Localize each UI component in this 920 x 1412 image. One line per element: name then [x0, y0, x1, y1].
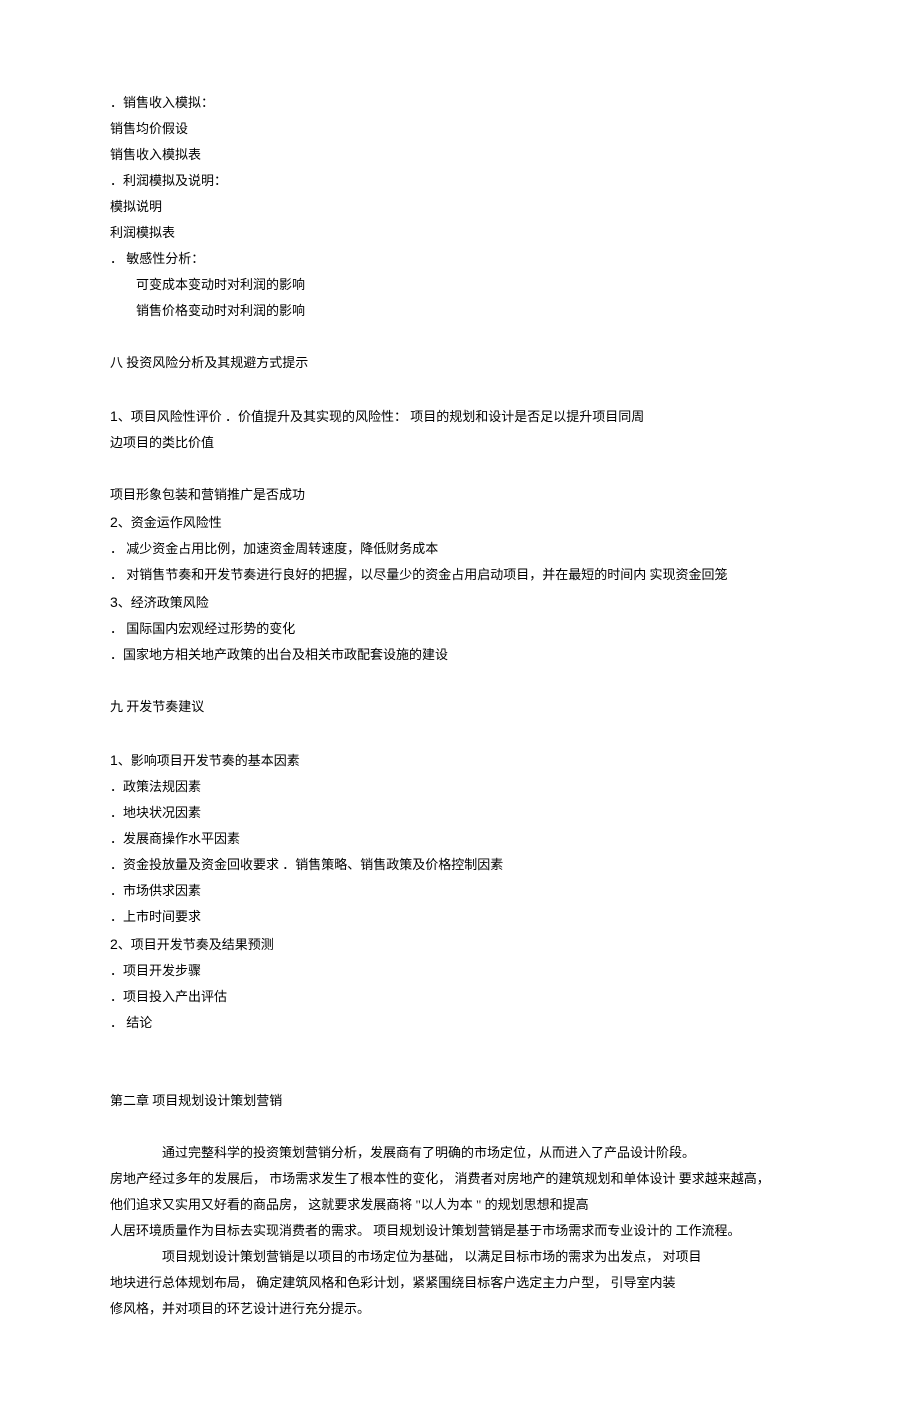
list-number: 3 [110, 594, 118, 610]
text-line: ．发展商操作水平因素 [110, 826, 810, 852]
paragraph-line: 地块进行总体规划布局， 确定建筑风格和色彩计划，紧紧围绕目标客户选定主力户型， … [110, 1270, 810, 1296]
text-line: 1、项目风险性评价 ．价值提升及其实现的风险性： 项目的规划和设计是否足以提升项… [110, 402, 810, 430]
text-line: ．销售收入模拟： [110, 90, 810, 116]
text-line: ．项目投入产出评估 [110, 984, 810, 1010]
list-number: 1 [110, 752, 118, 768]
text-line: ． 国际国内宏观经过形势的变化 [110, 616, 810, 642]
section-heading: 九 开发节奏建议 [110, 694, 810, 720]
text-line: ． 减少资金占用比例，加速资金周转速度，降低财务成本 [110, 536, 810, 562]
text-line: ．资金投放量及资金回收要求 ．销售策略、销售政策及价格控制因素 [110, 852, 810, 878]
chapter-heading: 第二章 项目规划设计策划营销 [110, 1088, 810, 1114]
section-heading: 八 投资风险分析及其规避方式提示 [110, 350, 810, 376]
text-line: ．利润模拟及说明： [110, 168, 810, 194]
list-number: 2 [110, 936, 118, 952]
paragraph-line: 人居环境质量作为目标去实现消费者的需求。 项目规划设计策划营销是基于市场需求而专… [110, 1218, 810, 1244]
text-line: 2、项目开发节奏及结果预测 [110, 930, 810, 958]
paragraph-line: 房地产经过多年的发展后， 市场需求发生了根本性的变化， 消费者对房地产的建筑规划… [110, 1166, 810, 1192]
text-content: 、项目风险性评价 ．价值提升及其实现的风险性： 项目的规划和设计是否足以提升项目… [118, 409, 645, 424]
text-content: 、影响项目开发节奏的基本因素 [118, 753, 300, 768]
text-line: ． 敏感性分析： [110, 246, 810, 272]
list-number: 1 [110, 408, 118, 424]
text-line: ．国家地方相关地产政策的出台及相关市政配套设施的建设 [110, 642, 810, 668]
text-line: 模拟说明 [110, 194, 810, 220]
paragraph-line: 项目规划设计策划营销是以项目的市场定位为基础， 以满足目标市场的需求为出发点， … [110, 1244, 810, 1270]
text-line: ． 对销售节奏和开发节奏进行良好的把握，以尽量少的资金占用启动项目，并在最短的时… [110, 562, 810, 588]
text-line: ．政策法规因素 [110, 774, 810, 800]
text-line: 销售价格变动时对利润的影响 [110, 298, 810, 324]
paragraph-line: 通过完整科学的投资策划营销分析，发展商有了明确的市场定位，从而进入了产品设计阶段… [110, 1140, 810, 1166]
text-line: ． 结论 [110, 1010, 810, 1036]
text-content: 、资金运作风险性 [118, 515, 222, 530]
text-line: ．市场供求因素 [110, 878, 810, 904]
text-line: 2、资金运作风险性 [110, 508, 810, 536]
list-number: 2 [110, 514, 118, 530]
text-line: 利润模拟表 [110, 220, 810, 246]
text-line: 项目形象包装和营销推广是否成功 [110, 482, 810, 508]
text-line: 可变成本变动时对利润的影响 [110, 272, 810, 298]
text-line: 销售收入模拟表 [110, 142, 810, 168]
paragraph-line: 修风格，并对项目的环艺设计进行充分提示。 [110, 1296, 810, 1322]
text-line: ．上市时间要求 [110, 904, 810, 930]
text-line: ．地块状况因素 [110, 800, 810, 826]
text-line: 边项目的类比价值 [110, 430, 810, 456]
text-line: ．项目开发步骤 [110, 958, 810, 984]
text-content: 、经济政策风险 [118, 595, 209, 610]
paragraph-line: 他们追求又实用又好看的商品房， 这就要求发展商将 "以人为本 " 的规划思想和提… [110, 1192, 810, 1218]
text-line: 销售均价假设 [110, 116, 810, 142]
text-line: 1、影响项目开发节奏的基本因素 [110, 746, 810, 774]
text-content: 、项目开发节奏及结果预测 [118, 937, 274, 952]
text-line: 3、经济政策风险 [110, 588, 810, 616]
